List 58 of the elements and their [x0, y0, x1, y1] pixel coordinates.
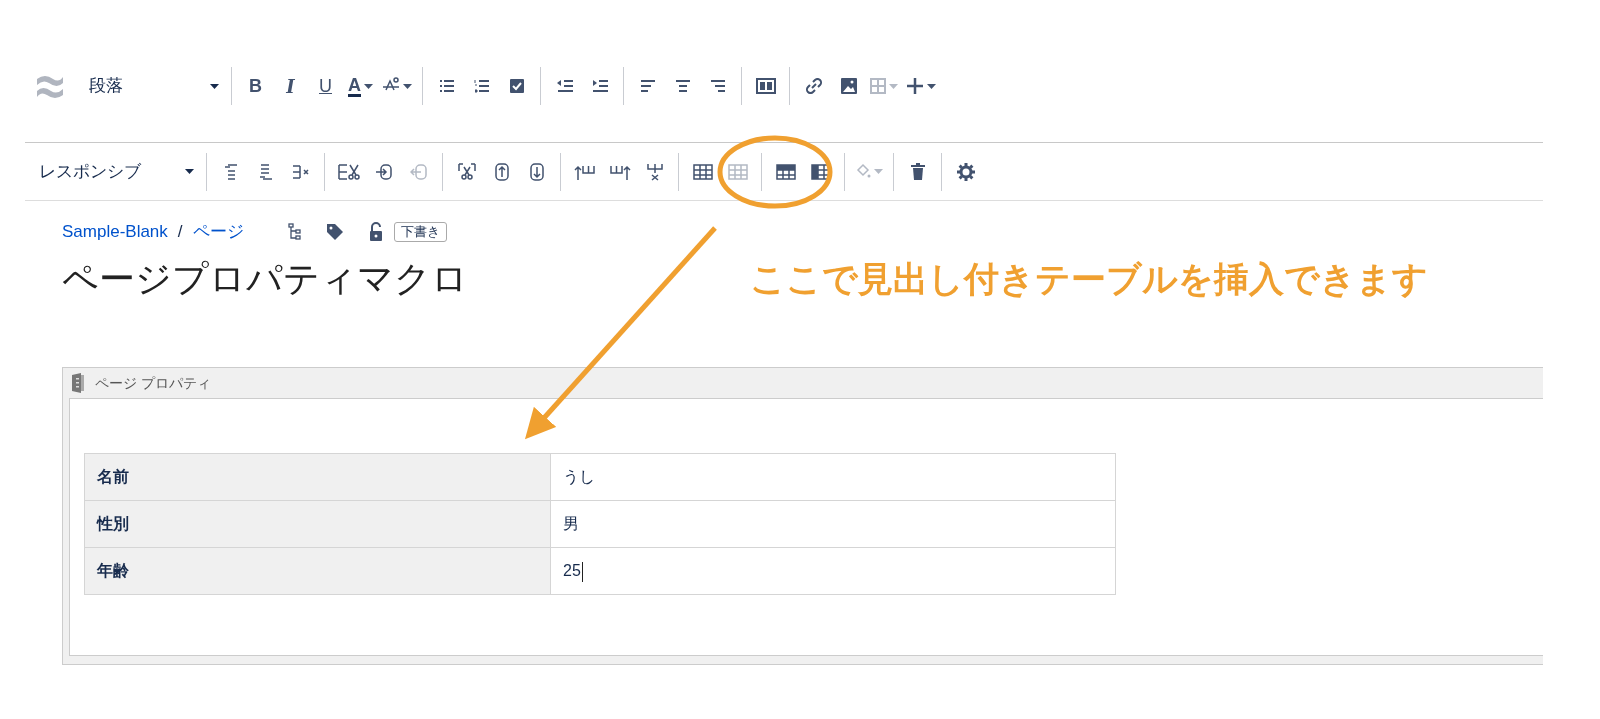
table-header-cell: 年齢: [84, 547, 551, 595]
table-header-cell: 名前: [84, 453, 551, 501]
table-cell: 25: [550, 547, 1116, 595]
align-left-icon: [639, 79, 656, 93]
indent-icon: [590, 79, 609, 93]
paste-column-icon: [493, 161, 510, 182]
paste-row-before-icon: [409, 162, 428, 181]
caret-icon: [927, 83, 936, 89]
breadcrumb-link[interactable]: ページ: [192, 219, 244, 245]
table-cell: うし: [550, 453, 1116, 501]
style-dropdown[interactable]: 段落: [75, 69, 225, 103]
task-list-icon: [508, 78, 525, 94]
paste-column-before-icon: [528, 161, 545, 182]
cut-row-icon: [337, 162, 360, 181]
caret-icon: [364, 83, 373, 89]
insert-row-below-icon: [258, 162, 273, 181]
split-cells-icon: [727, 163, 748, 180]
caret-icon: [185, 169, 194, 174]
delete-row-icon: [291, 163, 310, 180]
underline-button[interactable]: U: [308, 70, 343, 102]
tag-icon: [325, 222, 344, 241]
table-grid-icon: [870, 78, 886, 94]
outdent-icon: [555, 79, 574, 93]
insert-row-above-icon: [223, 162, 238, 181]
page-title: ページプロパティマクロ: [62, 257, 469, 301]
caret-icon: [210, 83, 219, 89]
italic-button[interactable]: I: [273, 70, 308, 102]
bold-button[interactable]: B: [238, 70, 273, 102]
link-icon: [805, 78, 822, 94]
numbered-list-icon: [473, 79, 490, 93]
align-right-icon: [709, 79, 726, 93]
page-tree-icon: [287, 222, 302, 241]
caret-icon: [403, 83, 412, 89]
breadcrumb-link[interactable]: Sample-Blank: [62, 219, 168, 245]
style-dropdown[interactable]: レスポンシブ: [25, 154, 200, 189]
annotation-text: ここで見出し付きテーブルを挿入できます: [750, 257, 1428, 300]
header-row-icon: [775, 163, 796, 180]
macro-title: ページ プロパティ: [95, 373, 211, 393]
columns-layout-icon: [755, 78, 776, 94]
delete-column-icon: [645, 162, 664, 181]
merge-cells-icon: [692, 163, 713, 180]
image-icon: [840, 78, 857, 94]
document-icon: [71, 373, 85, 393]
unlocked-padlock-icon: [367, 221, 384, 242]
table-header-cell: 性別: [84, 500, 551, 548]
paste-row-after-icon: [374, 162, 393, 181]
settings-icon: [956, 162, 975, 181]
align-center-icon: [674, 79, 691, 93]
caret-icon: [889, 83, 898, 89]
table-cell: 男: [550, 500, 1116, 548]
trash-icon: [909, 162, 926, 181]
draft-status-label: 下書き: [393, 221, 447, 242]
caret-icon: [874, 169, 883, 174]
breadcrumb-separator: /: [177, 221, 183, 243]
plus-icon: [906, 77, 924, 95]
text-color-button[interactable]: A: [343, 70, 378, 102]
cut-column-icon: [456, 162, 477, 181]
bullet-list-icon: [438, 79, 455, 93]
